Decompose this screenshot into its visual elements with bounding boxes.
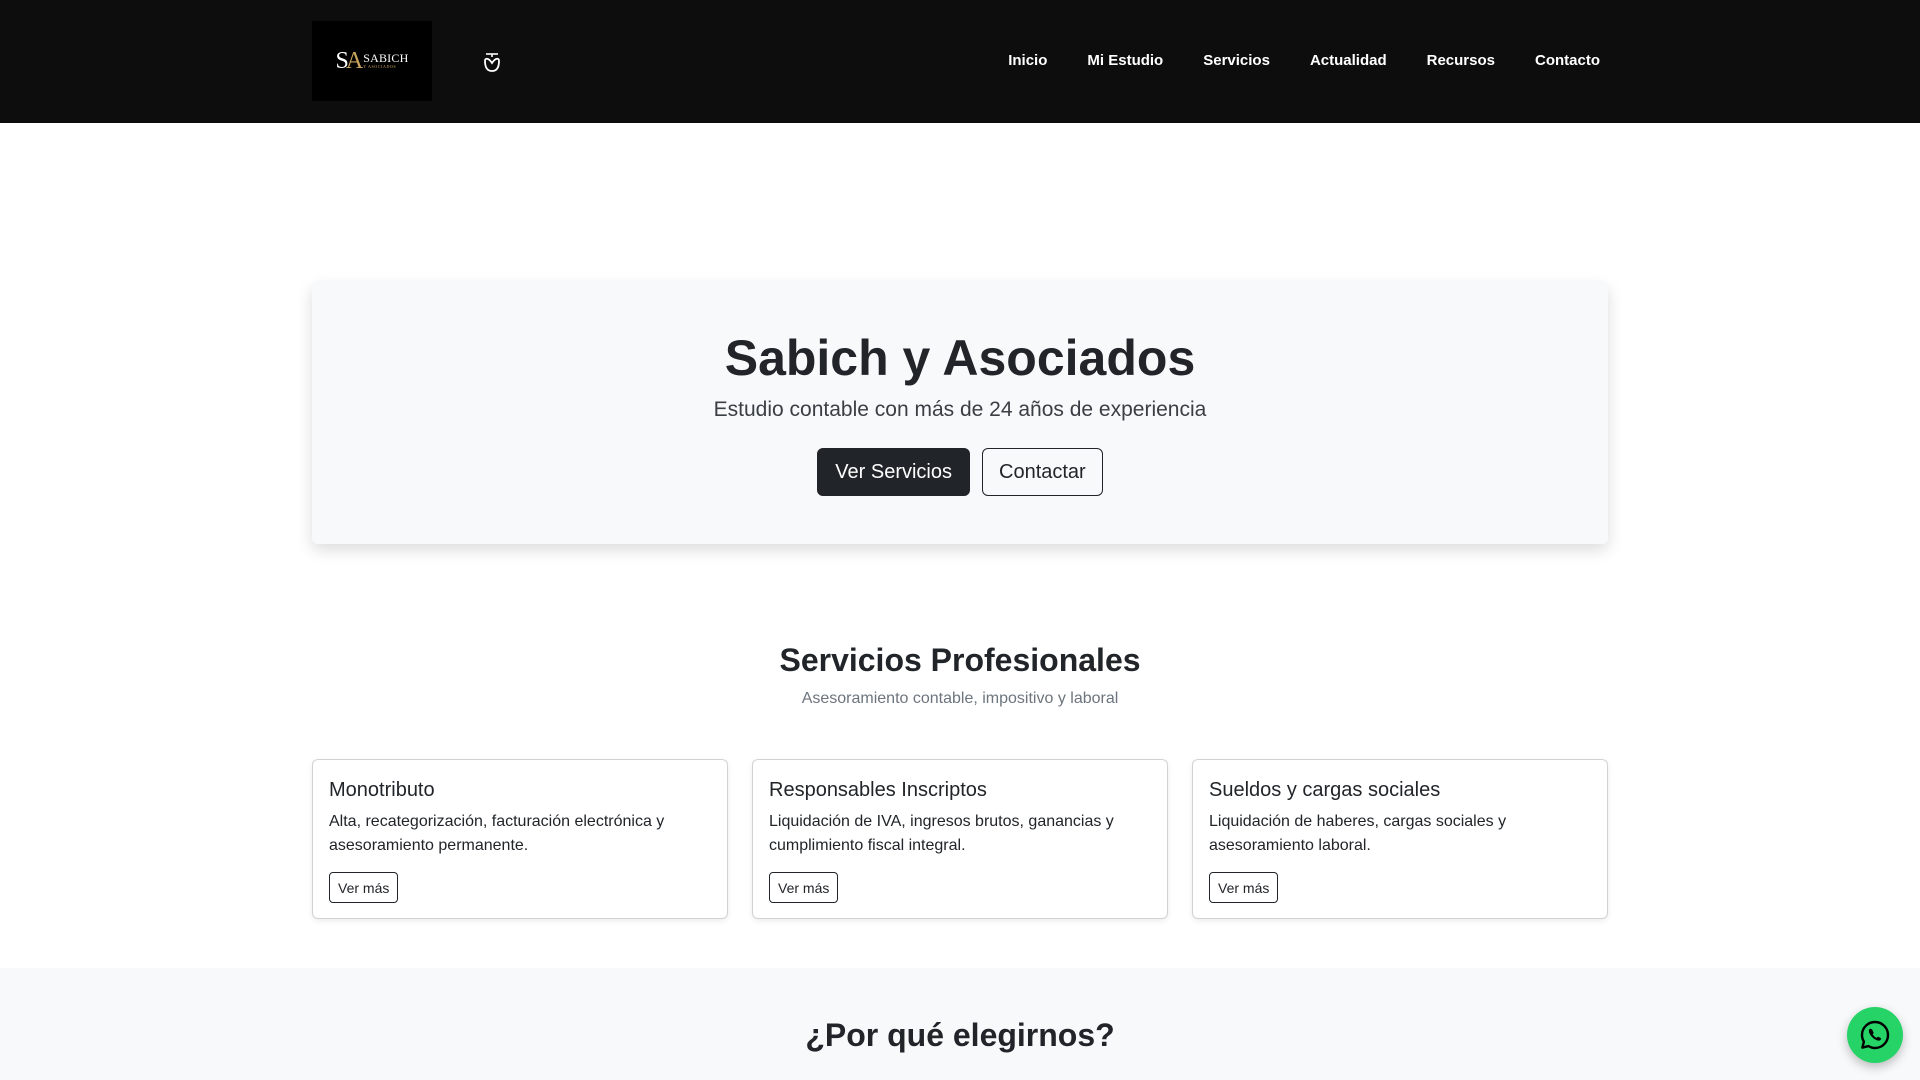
whatsapp-button[interactable]: [1847, 1007, 1903, 1063]
card-text: Liquidación de haberes, cargas sociales …: [1209, 813, 1507, 854]
logo[interactable]: SA SABICH Y ASOCIADOS: [312, 21, 432, 101]
why-section: ¿Por qué elegirnos?: [0, 968, 1920, 1080]
whatsapp-icon: [1860, 1020, 1890, 1050]
card-title: Responsables Inscriptos: [769, 779, 987, 801]
logo-subtitle: Y ASOCIADOS: [363, 64, 397, 70]
service-card-responsables-inscriptos: Responsables Inscriptos Liquidación de I…: [752, 759, 1168, 919]
services-cards: Monotributo Alta, recategorización, fact…: [312, 759, 1608, 919]
ver-mas-button[interactable]: Ver más: [769, 872, 839, 903]
nav-link-actualidad[interactable]: Actualidad: [1310, 50, 1387, 72]
nav-link-servicios[interactable]: Servicios: [1203, 50, 1270, 72]
nav-link-mi-estudio[interactable]: Mi Estudio: [1087, 50, 1163, 72]
services-subtitle: Asesoramiento contable, impositivo y lab…: [801, 690, 1119, 707]
card-text: Alta, recategorización, facturación elec…: [329, 813, 665, 854]
nav-link-recursos[interactable]: Recursos: [1427, 50, 1495, 72]
navbar: SA SABICH Y ASOCIADOS Inicio Mi Estudio …: [0, 0, 1920, 123]
hero-title: Sabich y Asociados: [724, 330, 1196, 386]
logo-wordmark: SABICH Y ASOCIADOS: [363, 52, 408, 70]
nav-link-inicio[interactable]: Inicio: [1008, 50, 1047, 72]
ver-mas-button[interactable]: Ver más: [1209, 872, 1279, 903]
card-title: Sueldos y cargas sociales: [1209, 779, 1441, 801]
ver-mas-button[interactable]: Ver más: [329, 872, 399, 903]
why-title: ¿Por qué elegirnos?: [805, 1017, 1115, 1053]
contactar-button[interactable]: Contactar: [982, 448, 1103, 496]
hero-buttons: Ver Servicios Contactar: [312, 448, 1608, 496]
card-title: Monotributo: [329, 779, 435, 801]
nav-links: Inicio Mi Estudio Servicios Actualidad R…: [1008, 50, 1600, 72]
card-text: Liquidación de IVA, ingresos brutos, gan…: [769, 813, 1114, 854]
logo-name: SABICH: [363, 51, 409, 66]
service-card-monotributo: Monotributo Alta, recategorización, fact…: [312, 759, 728, 919]
service-card-sueldos: Sueldos y cargas sociales Liquidación de…: [1192, 759, 1608, 919]
hero-section: Sabich y Asociados Estudio contable con …: [312, 282, 1608, 544]
hero-subtitle: Estudio contable con más de 24 años de e…: [713, 398, 1207, 421]
ver-servicios-button[interactable]: Ver Servicios: [817, 448, 970, 496]
cup-icon[interactable]: [482, 52, 502, 74]
nav-link-contacto[interactable]: Contacto: [1535, 50, 1600, 72]
services-title: Servicios Profesionales: [779, 642, 1141, 678]
logo-monogram: SA: [335, 48, 364, 74]
